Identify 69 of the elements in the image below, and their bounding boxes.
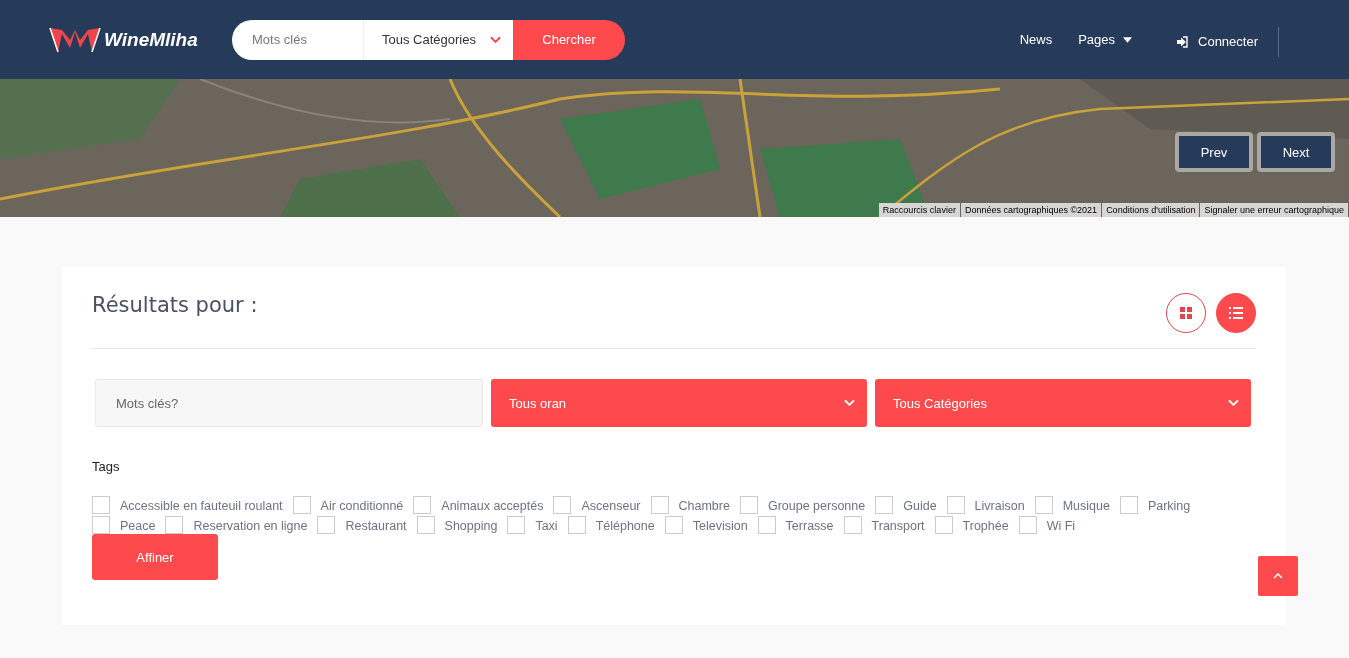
results-title: Résultats pour : <box>92 293 258 317</box>
tag-label: Trophée <box>962 519 1009 534</box>
keyword-field[interactable]: Mots clés <box>232 19 363 60</box>
keyword-field[interactable]: Mots clés? <box>95 379 483 427</box>
checkbox[interactable] <box>875 496 894 514</box>
prev-button[interactable]: Prev <box>1175 132 1253 172</box>
checkbox[interactable] <box>739 496 758 514</box>
login-link[interactable]: Connecter <box>1176 34 1258 49</box>
checkbox[interactable] <box>1034 496 1053 514</box>
tags-label: Tags <box>92 459 121 474</box>
tag-label: Wi Fi <box>1046 519 1076 534</box>
chevron-down-icon <box>490 35 501 44</box>
checkbox[interactable] <box>317 516 336 534</box>
sign-in-icon <box>1176 35 1188 48</box>
logo[interactable]: WineMliha <box>48 25 232 54</box>
grid-view-button[interactable] <box>1166 293 1206 333</box>
checkbox[interactable] <box>553 496 572 514</box>
map-attribution-link[interactable]: Signaler une erreur cartographique <box>1200 203 1348 217</box>
tag-label: Parking <box>1147 499 1191 514</box>
tag-label: Groupe personne <box>767 499 866 514</box>
tag-label: Television <box>692 519 748 534</box>
tag-label: Animaux acceptés <box>441 499 544 514</box>
tag-label: Musique <box>1062 499 1110 514</box>
checkbox[interactable] <box>507 516 526 534</box>
tag-label: Terrasse <box>785 519 834 534</box>
caret-icon <box>1123 36 1132 43</box>
checkbox[interactable] <box>413 496 432 514</box>
tag-label: Téléphone <box>595 519 655 534</box>
chevron-down-icon <box>844 399 855 407</box>
tag-label: Guide <box>903 499 937 514</box>
checkbox[interactable] <box>934 516 953 534</box>
tag-label: Restaurant <box>345 519 407 534</box>
next-button[interactable]: Next <box>1257 132 1335 172</box>
checkbox[interactable] <box>567 516 586 534</box>
tag-label: Accessible en fauteuil roulant <box>120 499 283 514</box>
category-dropdown[interactable]: Tous Catégories <box>363 19 513 60</box>
map-attribution-link[interactable]: Données cartographiques ©2021 <box>960 203 1102 217</box>
checkbox[interactable] <box>664 516 683 534</box>
tag-label: Transport <box>871 519 925 534</box>
scroll-top-button[interactable] <box>1258 556 1298 596</box>
pages-menu[interactable]: Pages <box>1078 32 1132 47</box>
checkbox[interactable] <box>165 516 184 534</box>
checkbox[interactable] <box>757 516 776 534</box>
map-attribution-link[interactable]: Raccourcis clavier <box>878 203 960 217</box>
list-icon <box>1229 307 1243 319</box>
chevron-up-icon <box>1273 573 1283 579</box>
tag-label: Air conditionné <box>320 499 404 514</box>
checkbox[interactable] <box>843 516 862 534</box>
tag-label: Ascenseur <box>581 499 641 514</box>
map-attribution-link[interactable]: Conditions d'utilisation <box>1102 203 1200 217</box>
checkbox[interactable] <box>1119 496 1138 514</box>
tag-label: Chambre <box>678 499 730 514</box>
checkbox[interactable] <box>650 496 669 514</box>
chevron-down-icon <box>1228 399 1239 407</box>
tag-label: Shopping <box>444 519 498 534</box>
logo-icon <box>48 25 102 54</box>
checkbox[interactable] <box>1018 516 1037 534</box>
tag-label: Peace <box>120 519 156 534</box>
nav-link[interactable]: News <box>1019 32 1053 47</box>
checkbox[interactable] <box>92 496 110 514</box>
tag-label: Taxi <box>535 519 558 534</box>
checkbox[interactable] <box>92 516 110 534</box>
checkbox[interactable] <box>946 496 965 514</box>
tag-label: Livraison <box>974 499 1025 514</box>
checkbox[interactable] <box>416 516 435 534</box>
tag-label: Reservation en ligne <box>193 519 308 534</box>
checkbox[interactable] <box>292 496 311 514</box>
list-view-button[interactable] <box>1216 293 1256 333</box>
grid-icon <box>1180 307 1192 319</box>
